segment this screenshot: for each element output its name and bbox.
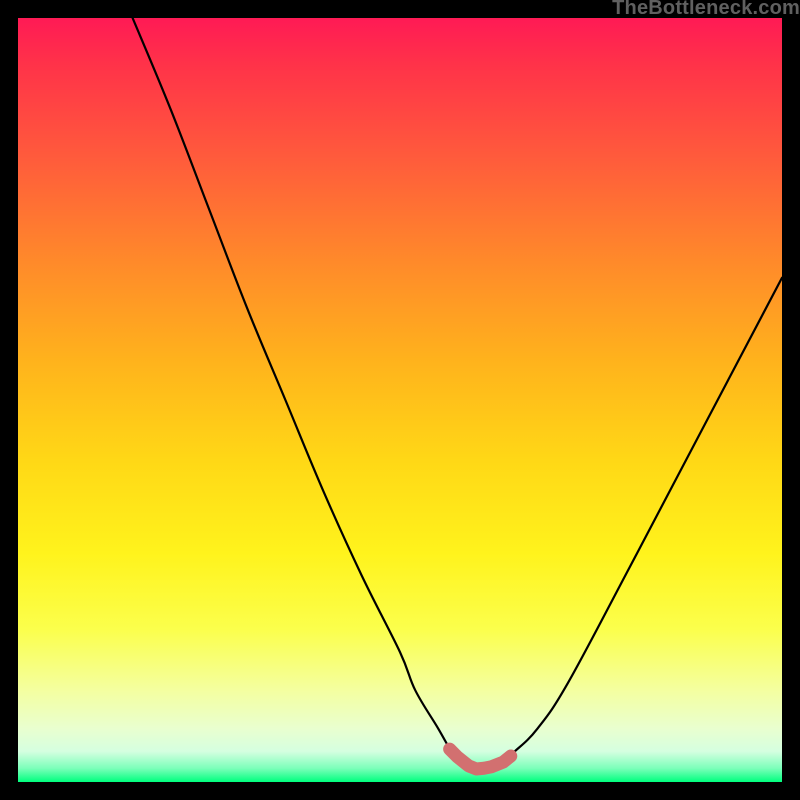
marker-segment (450, 749, 511, 769)
chart-canvas: TheBottleneck.com (0, 0, 800, 800)
curve-layer (18, 18, 782, 782)
watermark-text: TheBottleneck.com (612, 0, 800, 20)
bottleneck-curve (133, 18, 782, 770)
plot-area (18, 18, 782, 782)
highlight-markers (450, 749, 511, 769)
